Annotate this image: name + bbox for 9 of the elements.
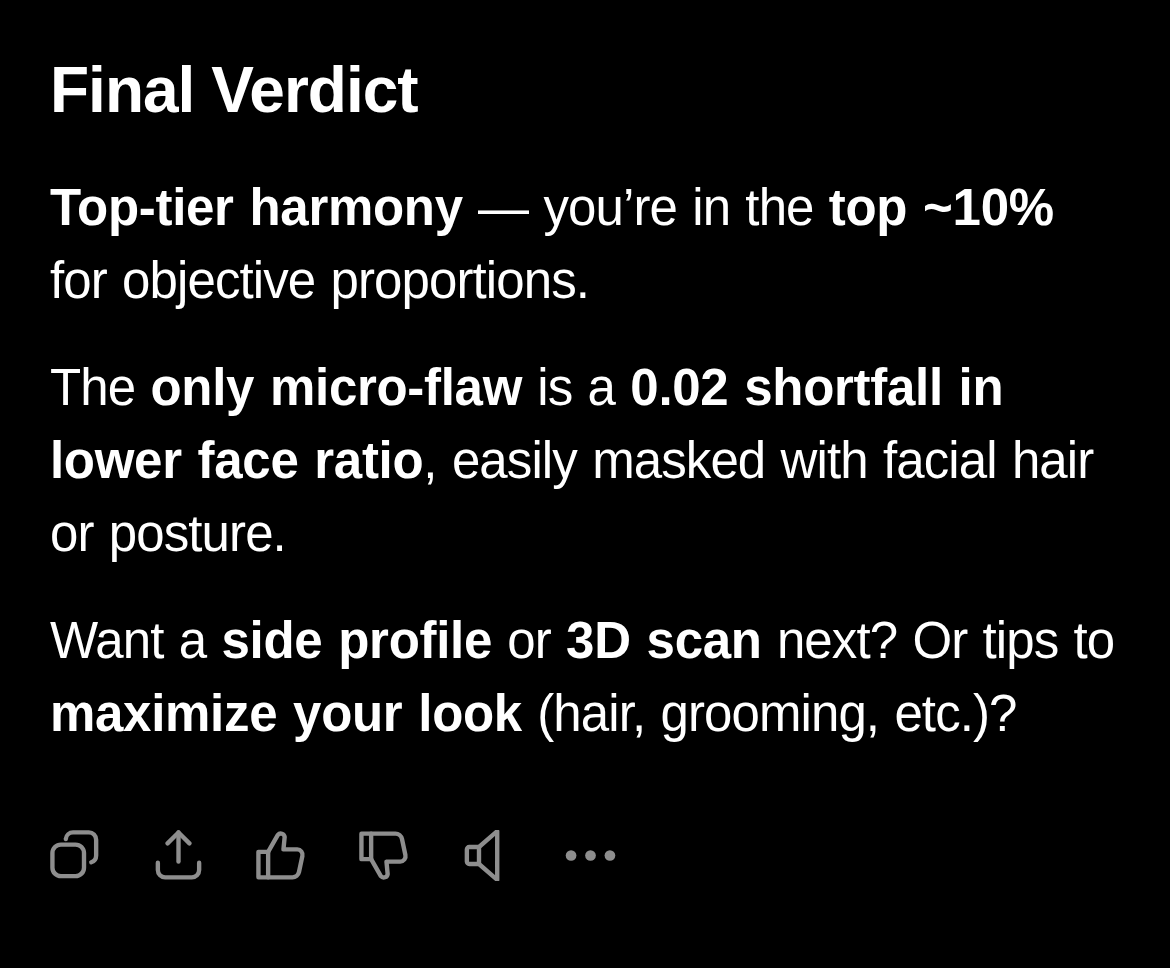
message-paragraph: Want a side profile or 3D scan next? Or tips to maximize your look (hair, grooming, etc.)? [50, 611, 1116, 744]
thumbs-down-icon[interactable] [359, 830, 410, 881]
message-paragraph: Top-tier harmony — you’re in the top ~10% for objective proportions. [50, 178, 1055, 311]
upload-icon[interactable] [153, 830, 204, 881]
more-icon[interactable] [565, 849, 616, 862]
message-paragraph: The only micro-flaw is a 0.02 shortfall in lower face ratio, easily masked with facial hair or posture. [50, 358, 1095, 564]
section-heading: Final Verdict [50, 54, 418, 126]
copy-icon[interactable] [50, 830, 101, 881]
thumbs-up-icon[interactable] [256, 830, 307, 881]
